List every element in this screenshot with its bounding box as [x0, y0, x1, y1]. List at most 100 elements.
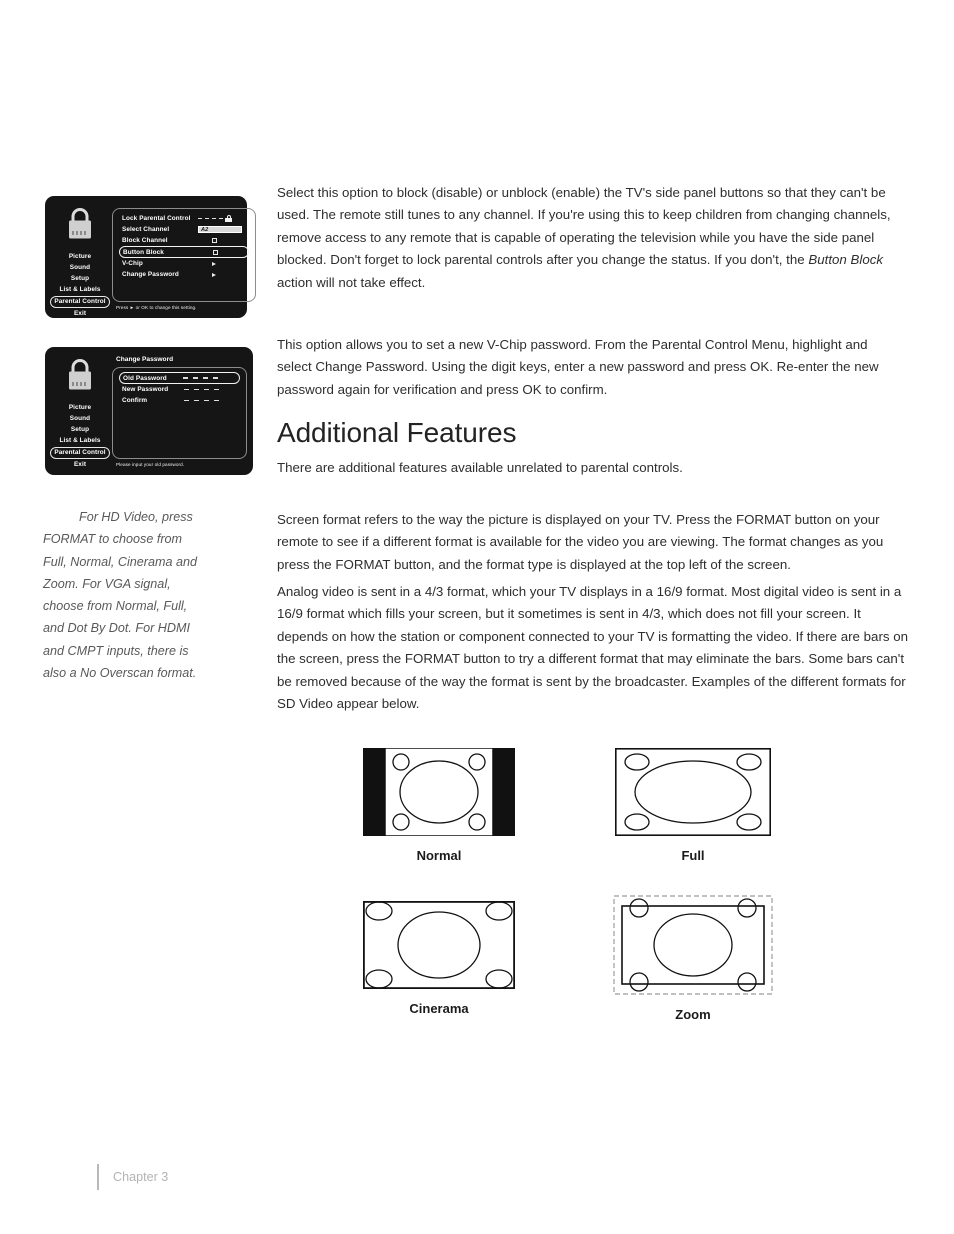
parental-options-panel: Lock Parental Control Select Channel A2 …	[112, 208, 256, 302]
format-example-zoom: Zoom	[613, 895, 773, 1022]
dash	[204, 388, 209, 391]
dash	[212, 217, 216, 220]
menu-nav-item-list-and-labels[interactable]: List & Labels	[56, 436, 103, 446]
dash	[184, 388, 189, 391]
password-dashes	[184, 388, 219, 391]
dash	[194, 399, 199, 402]
row-button-block[interactable]: Button Block	[119, 246, 249, 258]
padlock-icon	[65, 358, 95, 397]
dash	[184, 399, 189, 402]
panel-title: Change Password	[116, 356, 174, 363]
row-value	[199, 249, 245, 255]
cinerama-format-diagram	[362, 900, 515, 989]
format-example-normal: Normal	[363, 747, 515, 863]
row-label: Lock Parental Control	[122, 215, 191, 222]
row-label: Button Block	[123, 248, 164, 256]
row-new-password[interactable]: New Password	[119, 384, 240, 395]
row-label: Select Channel	[122, 226, 170, 233]
menu-nav-list: Picture Sound Setup List & Labels Parent…	[50, 252, 110, 319]
dash	[213, 377, 218, 379]
menu-hint-text: Press ► or OK to change this setting.	[116, 305, 197, 310]
paragraph-text-part-2: action will not take effect.	[277, 274, 426, 290]
select-channel-value[interactable]: A2	[198, 226, 242, 233]
menu-nav-item-parental-control[interactable]: Parental Control	[50, 296, 110, 308]
padlock-icon	[65, 207, 95, 246]
row-select-channel[interactable]: Select Channel A2	[119, 224, 249, 235]
menu-nav-item-parental-control[interactable]: Parental Control	[50, 447, 110, 459]
format-caption-full: Full	[681, 848, 705, 863]
full-format-diagram	[615, 748, 771, 837]
menu-nav-item-exit[interactable]: Exit	[71, 309, 89, 319]
row-confirm-password[interactable]: Confirm	[119, 395, 240, 406]
row-v-chip[interactable]: V-Chip	[119, 258, 249, 269]
format-caption-zoom: Zoom	[675, 1007, 711, 1022]
row-lock-parental-control[interactable]: Lock Parental Control	[119, 213, 249, 224]
row-value	[198, 238, 244, 243]
button-block-checkbox[interactable]	[213, 249, 218, 255]
row-value: A2	[198, 226, 244, 233]
paragraph-text-part-1: Select this option to block (disable) or…	[277, 185, 891, 268]
menu-nav-item-setup[interactable]: Setup	[68, 274, 92, 284]
block-channel-checkbox[interactable]	[212, 238, 217, 243]
paragraph-change-password: This option allows you to set a new V-Ch…	[277, 337, 879, 397]
menu-sidebar: Picture Sound Setup List & Labels Parent…	[50, 202, 110, 317]
lock-status-icon	[225, 215, 232, 222]
menu-hint-text: Please input your old password.	[116, 462, 185, 467]
password-dashes	[198, 217, 223, 220]
menu-nav-item-list-and-labels[interactable]: List & Labels	[56, 285, 103, 295]
paragraph-analog-video: Analog video is sent in a 4/3 format, wh…	[277, 584, 908, 712]
row-change-password[interactable]: Change Password	[119, 269, 249, 280]
dash	[198, 217, 202, 220]
password-dashes	[183, 377, 218, 379]
menu-nav-item-picture[interactable]: Picture	[66, 252, 94, 262]
page-footer: Chapter 3	[97, 1164, 168, 1190]
paragraph-additional-intro: There are additional features available …	[277, 460, 683, 475]
row-old-password[interactable]: Old Password	[119, 372, 240, 384]
menu-content: Change Password Old Password New Passwor…	[109, 353, 247, 469]
row-label: New Password	[122, 386, 169, 393]
row-label: Block Channel	[122, 237, 168, 244]
chevron-right-icon	[212, 261, 216, 266]
format-caption-normal: Normal	[416, 848, 462, 863]
row-label: V-Chip	[122, 260, 143, 267]
dash	[214, 399, 219, 402]
emphasis-button-block: Button Block	[808, 252, 884, 268]
format-caption-cinerama: Cinerama	[409, 1001, 469, 1016]
menu-nav-item-sound[interactable]: Sound	[67, 263, 93, 273]
dash	[193, 377, 198, 379]
password-options-panel: Old Password New Password Confirm	[112, 367, 247, 459]
dash	[204, 399, 209, 402]
row-label: Confirm	[122, 397, 148, 404]
row-value	[198, 215, 244, 222]
format-example-full: Full	[615, 748, 771, 863]
row-value	[198, 272, 244, 277]
format-example-cinerama: Cinerama	[362, 900, 515, 1016]
margin-note-format: For HD Video, press FORMAT to choose fro…	[43, 510, 197, 681]
tv-menu-change-password: Picture Sound Setup List & Labels Parent…	[45, 347, 253, 475]
dash	[194, 388, 199, 391]
dash	[214, 388, 219, 391]
menu-nav-item-exit[interactable]: Exit	[71, 460, 89, 470]
normal-format-diagram	[363, 747, 515, 837]
dash	[203, 377, 208, 379]
dash	[205, 217, 209, 220]
chevron-right-icon	[212, 272, 216, 277]
tv-menu-parental-control: Picture Sound Setup List & Labels Parent…	[45, 196, 256, 318]
row-label: Old Password	[123, 374, 167, 382]
menu-nav-item-setup[interactable]: Setup	[68, 425, 92, 435]
page-title-additional-features: Additional Features	[277, 417, 517, 448]
password-dashes	[184, 399, 219, 402]
footer-divider	[97, 1164, 99, 1190]
paragraph-screen-format: Screen format refers to the way the pict…	[277, 512, 884, 572]
menu-content: Lock Parental Control Select Channel A2 …	[109, 202, 256, 312]
menu-nav-item-sound[interactable]: Sound	[67, 414, 93, 424]
menu-nav-list: Picture Sound Setup List & Labels Parent…	[50, 403, 110, 470]
dash	[183, 377, 188, 379]
menu-nav-item-picture[interactable]: Picture	[66, 403, 94, 413]
row-block-channel[interactable]: Block Channel	[119, 235, 249, 246]
dash	[219, 217, 223, 220]
row-label: Change Password	[122, 271, 179, 278]
menu-sidebar: Picture Sound Setup List & Labels Parent…	[50, 353, 110, 470]
row-value	[198, 261, 244, 266]
footer-chapter-label: Chapter 3	[113, 1170, 169, 1184]
